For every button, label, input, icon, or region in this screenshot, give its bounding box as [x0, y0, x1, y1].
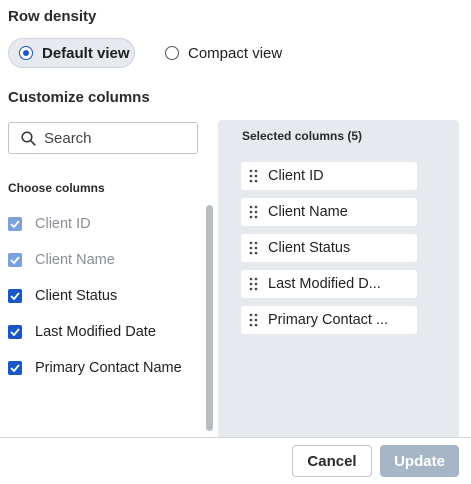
drag-handle-icon[interactable]	[249, 277, 258, 291]
cancel-button[interactable]: Cancel	[292, 445, 372, 477]
selected-column-client-status[interactable]: Client Status	[241, 234, 417, 262]
radio-default-view-label: Default view	[42, 44, 130, 62]
row-density-title: Row density	[8, 8, 97, 25]
selected-column-label: Last Modified D...	[268, 276, 381, 292]
selected-column-client-id[interactable]: Client ID	[241, 162, 417, 190]
column-option-label: Client ID	[35, 216, 91, 232]
column-option-label: Client Name	[35, 252, 115, 268]
update-button[interactable]: Update	[380, 445, 459, 477]
search-icon	[21, 130, 36, 146]
checkbox-checked-icon	[8, 217, 22, 231]
column-option-label: Primary Contact Name	[35, 360, 182, 376]
customize-columns-title: Customize columns	[8, 89, 150, 106]
selected-columns-title: Selected columns (5)	[242, 129, 363, 143]
drag-handle-icon[interactable]	[249, 205, 258, 219]
search-field[interactable]	[8, 122, 198, 154]
checkbox-checked-icon	[8, 289, 22, 303]
columns-scrollbar[interactable]	[206, 205, 213, 431]
selected-column-label: Client Status	[268, 240, 351, 256]
radio-compact-view[interactable]: Compact view	[165, 38, 282, 68]
drag-handle-icon[interactable]	[249, 313, 258, 327]
drag-handle-icon[interactable]	[249, 241, 258, 255]
drag-handle-icon[interactable]	[249, 169, 258, 183]
radio-compact-view-label: Compact view	[188, 44, 283, 62]
choose-columns-title: Choose columns	[8, 181, 105, 195]
column-option-client-name[interactable]: Client Name	[8, 242, 203, 278]
column-option-label: Client Status	[35, 288, 118, 304]
column-option-primary-contact-name[interactable]: Primary Contact Name	[8, 350, 203, 386]
column-option-label: Last Modified Date	[35, 324, 156, 340]
selected-column-primary-contact-name[interactable]: Primary Contact ...	[241, 306, 417, 334]
selected-column-last-modified-date[interactable]: Last Modified D...	[241, 270, 417, 298]
radio-default-view[interactable]: Default view	[8, 38, 135, 68]
checkbox-checked-icon	[8, 253, 22, 267]
checkbox-checked-icon	[8, 325, 22, 339]
selected-column-label: Primary Contact ...	[268, 312, 389, 328]
selected-columns-panel: Selected columns (5) Client ID Client Na…	[218, 120, 459, 437]
column-option-client-status[interactable]: Client Status	[8, 278, 203, 314]
search-input[interactable]	[44, 129, 184, 147]
radio-selected-icon	[19, 46, 33, 60]
column-option-client-id[interactable]: Client ID	[8, 206, 203, 242]
selected-column-label: Client Name	[268, 204, 348, 220]
checkbox-checked-icon	[8, 361, 22, 375]
selected-column-client-name[interactable]: Client Name	[241, 198, 417, 226]
choose-columns-list: Client ID Client Name Client Status Last…	[8, 206, 203, 386]
radio-unselected-icon	[165, 46, 179, 60]
column-option-last-modified-date[interactable]: Last Modified Date	[8, 314, 203, 350]
selected-column-label: Client ID	[268, 168, 324, 184]
footer-divider	[0, 437, 471, 438]
